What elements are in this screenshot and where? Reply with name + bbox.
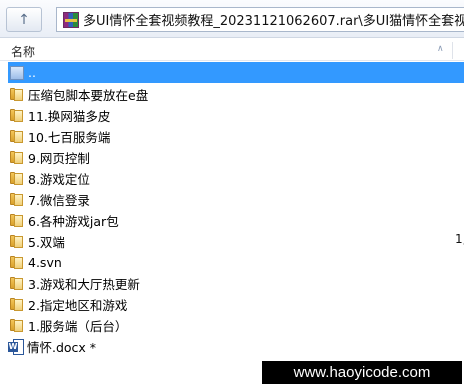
list-item-label: 9.网页控制 — [28, 151, 90, 166]
list-item-label: 11.换网猫多皮 — [28, 109, 111, 124]
archive-path-text: 多UI情怀全套视频教程_20231121062607.rar\多UI猫情怀全套视… — [83, 14, 464, 29]
folder-icon — [10, 172, 24, 185]
up-arrow-icon: ↑ — [18, 11, 30, 28]
parent-folder-icon — [10, 65, 24, 80]
rar-archive-icon — [63, 11, 79, 28]
list-item-folder[interactable]: 8.游戏定位 — [8, 168, 90, 189]
list-item-label: 1.服务端（后台） — [28, 319, 128, 334]
list-item-label: 8.游戏定位 — [28, 172, 90, 187]
sort-chevron-icon: ∧ — [437, 44, 444, 54]
folder-icon — [10, 319, 24, 332]
folder-icon — [10, 256, 24, 269]
list-item-folder[interactable]: 7.微信登录 — [8, 189, 90, 210]
site-watermark: www.haoyicode.com — [262, 361, 462, 384]
list-item-folder[interactable]: 5.双端 — [8, 231, 65, 252]
list-item-label: 压缩包脚本要放在e盘 — [28, 88, 149, 103]
address-toolbar: ↑ 多UI情怀全套视频教程_20231121062607.rar\多UI猫情怀全… — [0, 0, 464, 38]
list-item-label: 情怀.docx * — [27, 340, 97, 355]
up-folder-button[interactable]: ↑ — [6, 7, 42, 32]
list-item-label: 7.微信登录 — [28, 193, 90, 208]
folder-icon — [10, 277, 24, 290]
list-item-folder[interactable]: 3.游戏和大厅热更新 — [8, 273, 140, 294]
list-item-folder[interactable]: 11.换网猫多皮 — [8, 105, 110, 126]
list-item-label: 4.svn — [28, 255, 62, 270]
list-item-label: 6.各种游戏jar包 — [28, 214, 119, 229]
list-item-folder[interactable]: 4.svn — [8, 252, 62, 273]
folder-icon — [10, 193, 24, 206]
list-item-folder[interactable]: 6.各种游戏jar包 — [8, 210, 119, 231]
folder-icon — [10, 151, 24, 164]
folder-icon — [10, 109, 24, 122]
list-item-folder[interactable]: 9.网页控制 — [8, 147, 90, 168]
file-list-header: 名称 ∧ — [0, 40, 464, 61]
list-item-label: 2.指定地区和游戏 — [28, 298, 128, 313]
folder-icon — [10, 298, 24, 311]
list-item-folder[interactable]: 10.七百服务端 — [8, 126, 110, 147]
clipped-column-value: 1, — [455, 232, 464, 246]
list-item-folder[interactable]: 1.服务端（后台） — [8, 315, 127, 336]
list-item-folder[interactable]: 2.指定地区和游戏 — [8, 294, 127, 315]
list-item-parent[interactable]: .. — [8, 62, 464, 83]
list-item-label: .. — [28, 65, 36, 80]
list-item-folder[interactable]: 压缩包脚本要放在e盘 — [8, 84, 148, 105]
name-column-header[interactable]: 名称 — [11, 43, 35, 60]
list-item-document[interactable]: W 情怀.docx * — [8, 336, 96, 357]
column-divider[interactable] — [452, 42, 453, 59]
folder-icon — [10, 130, 24, 143]
folder-icon — [10, 214, 24, 227]
folder-icon — [10, 235, 24, 248]
archive-path-field[interactable]: 多UI情怀全套视频教程_20231121062607.rar\多UI猫情怀全套视… — [56, 7, 464, 32]
list-item-label: 10.七百服务端 — [28, 130, 111, 145]
word-document-icon: W — [8, 338, 24, 355]
folder-icon — [10, 88, 24, 101]
list-item-label: 3.游戏和大厅热更新 — [28, 277, 140, 292]
list-item-label: 5.双端 — [28, 235, 65, 250]
